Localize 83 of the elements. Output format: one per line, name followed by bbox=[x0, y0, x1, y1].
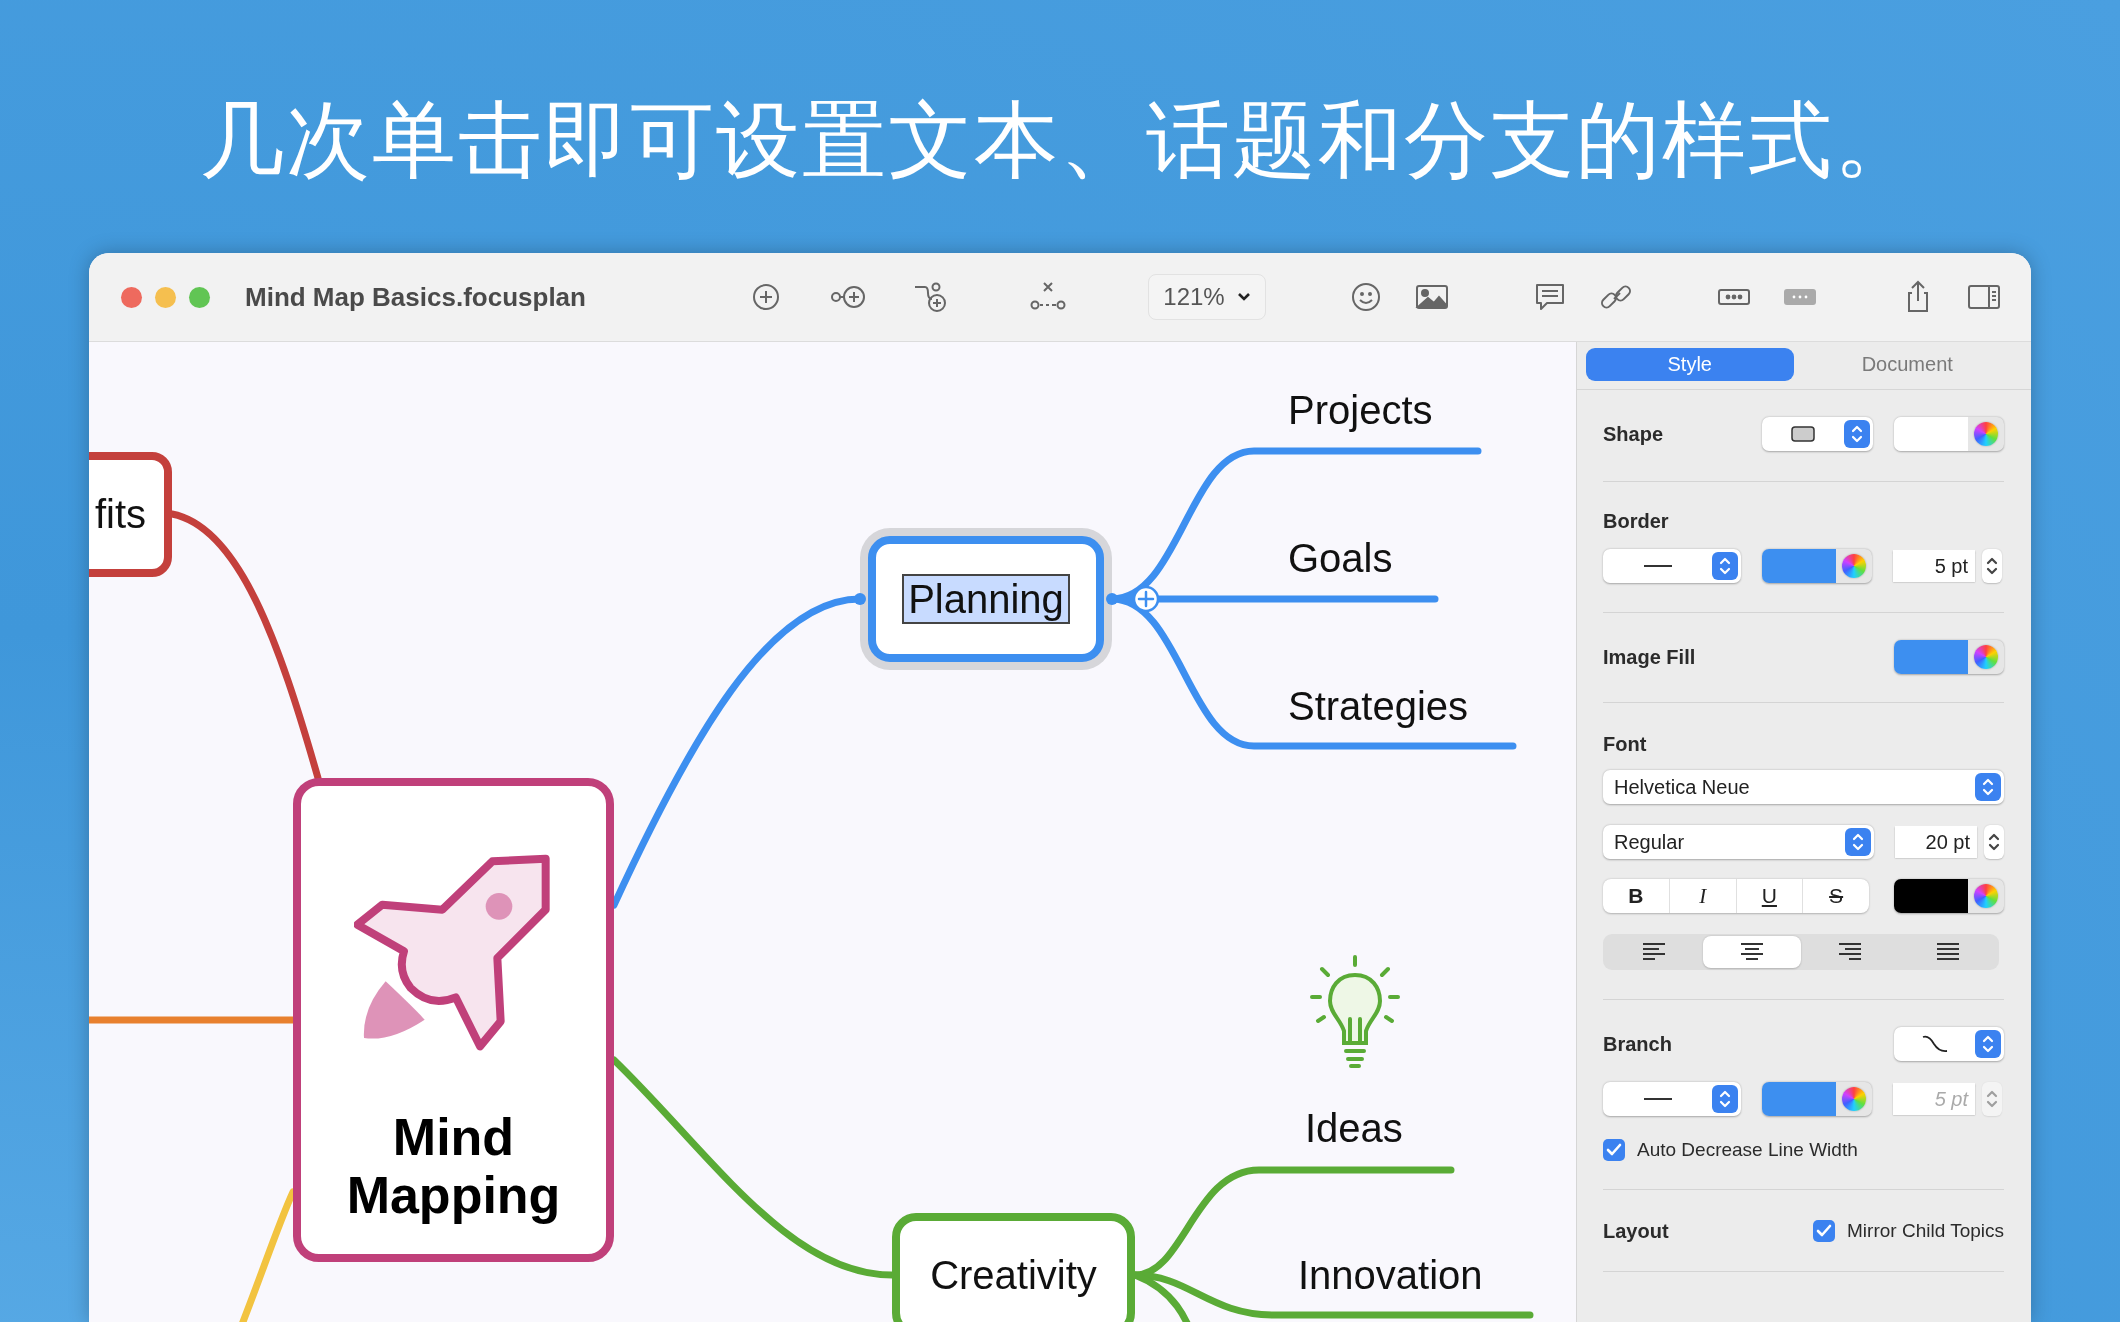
color-well[interactable] bbox=[1762, 1082, 1872, 1116]
branch-style-popup[interactable] bbox=[1894, 1027, 2004, 1061]
line-icon bbox=[1643, 1097, 1672, 1101]
font-style-popup[interactable]: Regular bbox=[1603, 825, 1874, 859]
subtopic-label[interactable]: Innovation bbox=[1298, 1250, 1483, 1300]
rectangle-icon bbox=[1791, 426, 1815, 442]
color-well[interactable] bbox=[1894, 417, 2004, 451]
chevrons-icon bbox=[1850, 423, 1864, 445]
chevrons-icon bbox=[1985, 555, 1999, 577]
line-icon bbox=[1643, 564, 1672, 568]
section-label: Border bbox=[1603, 509, 1669, 533]
line-style-popup[interactable] bbox=[1603, 549, 1741, 583]
inspector-tab[interactable]: Style bbox=[1586, 348, 1794, 381]
add-topic-handle[interactable] bbox=[1132, 585, 1160, 613]
chevrons-icon bbox=[1985, 1088, 1999, 1110]
format-button[interactable]: I bbox=[1668, 879, 1736, 913]
connection-point[interactable] bbox=[854, 593, 866, 605]
chevrons-icon bbox=[1987, 831, 2001, 853]
topic-label: Creativity bbox=[930, 1252, 1097, 1298]
topic-node[interactable]: Planning bbox=[868, 536, 1104, 662]
stepper-button[interactable] bbox=[1712, 552, 1738, 580]
shape-popup[interactable] bbox=[1762, 417, 1873, 451]
size-field[interactable]: 5 pt bbox=[1893, 550, 1975, 582]
topic-label: Planning bbox=[904, 576, 1068, 622]
lightbulb-icon bbox=[1310, 955, 1400, 1070]
window-title: Mind Map Basics.focusplan bbox=[245, 281, 586, 313]
chevrons-icon bbox=[1718, 1088, 1732, 1110]
stepper-button[interactable] bbox=[1712, 1085, 1738, 1113]
color-wheel-icon bbox=[1974, 645, 1998, 669]
headline: 几次单击即可设置文本、话题和分支的样式。 bbox=[200, 92, 1920, 188]
central-topic[interactable]: Mind Mapping bbox=[293, 778, 614, 1262]
format-button[interactable]: U bbox=[1735, 879, 1803, 913]
chevrons-icon bbox=[1718, 555, 1732, 577]
close-button[interactable] bbox=[121, 286, 142, 308]
font-family-popup[interactable]: Helvetica Neue bbox=[1603, 770, 2004, 804]
section-label: Image Fill bbox=[1603, 645, 1696, 669]
stepper[interactable] bbox=[1984, 825, 2004, 859]
checkbox-label: Mirror Child Topics bbox=[1847, 1220, 2004, 1242]
align-button[interactable] bbox=[1703, 936, 1801, 968]
topic-node[interactable]: Creativity bbox=[892, 1213, 1135, 1322]
section-label: Font bbox=[1603, 732, 1647, 756]
color-wheel-icon bbox=[1974, 884, 1998, 908]
checkbox-label: Auto Decrease Line Width bbox=[1637, 1139, 1858, 1161]
color-wheel-icon bbox=[1842, 554, 1866, 578]
zoom-button[interactable] bbox=[189, 286, 210, 308]
topic-label: Mind Mapping bbox=[345, 1108, 562, 1224]
subtopic-label[interactable]: Goals bbox=[1288, 533, 1393, 583]
color-wheel-icon bbox=[1842, 1087, 1866, 1111]
chevrons-icon bbox=[1981, 776, 1995, 798]
stepper-button[interactable] bbox=[1975, 773, 2001, 801]
checkbox[interactable] bbox=[1813, 1220, 1836, 1242]
section-label: Shape bbox=[1603, 422, 1664, 446]
topic-label: fits bbox=[94, 492, 146, 537]
curve-icon bbox=[1920, 1034, 1949, 1054]
chevrons-icon bbox=[1851, 831, 1865, 853]
stepper-button[interactable] bbox=[1845, 828, 1871, 856]
color-wheel-icon bbox=[1974, 422, 1998, 446]
format-button[interactable]: B bbox=[1603, 879, 1669, 913]
color-well[interactable] bbox=[1894, 640, 2004, 674]
subtopic-label[interactable]: Strategies bbox=[1288, 681, 1469, 731]
checkbox[interactable] bbox=[1603, 1139, 1625, 1161]
stepper-button[interactable] bbox=[1844, 420, 1870, 448]
zoom-popup[interactable]: 121% bbox=[1148, 274, 1266, 320]
subtopic-label[interactable]: Projects bbox=[1288, 385, 1433, 435]
align-justify-icon bbox=[1937, 943, 1959, 961]
size-field[interactable]: 20 pt bbox=[1895, 826, 1977, 858]
inspector-tab[interactable]: Document bbox=[1803, 348, 2011, 381]
chevron-icon bbox=[1236, 292, 1251, 302]
subtopic-label[interactable]: Ideas bbox=[1305, 1103, 1403, 1153]
section-label: Layout bbox=[1603, 1219, 1669, 1243]
line-style-popup[interactable] bbox=[1603, 1082, 1741, 1116]
align-center-icon bbox=[1741, 943, 1763, 961]
stepper[interactable] bbox=[1982, 549, 2002, 583]
align-right-icon bbox=[1839, 943, 1861, 961]
section-label: Branch bbox=[1603, 1032, 1672, 1056]
connection-point[interactable] bbox=[1106, 593, 1118, 605]
topic-node[interactable]: fits bbox=[89, 452, 172, 577]
chevrons-icon bbox=[1981, 1033, 1995, 1055]
stepper-button[interactable] bbox=[1975, 1030, 2001, 1058]
format-button[interactable]: S bbox=[1802, 879, 1869, 913]
color-well[interactable] bbox=[1894, 879, 2004, 913]
color-well[interactable] bbox=[1762, 549, 1872, 583]
align-left-icon bbox=[1643, 943, 1665, 961]
